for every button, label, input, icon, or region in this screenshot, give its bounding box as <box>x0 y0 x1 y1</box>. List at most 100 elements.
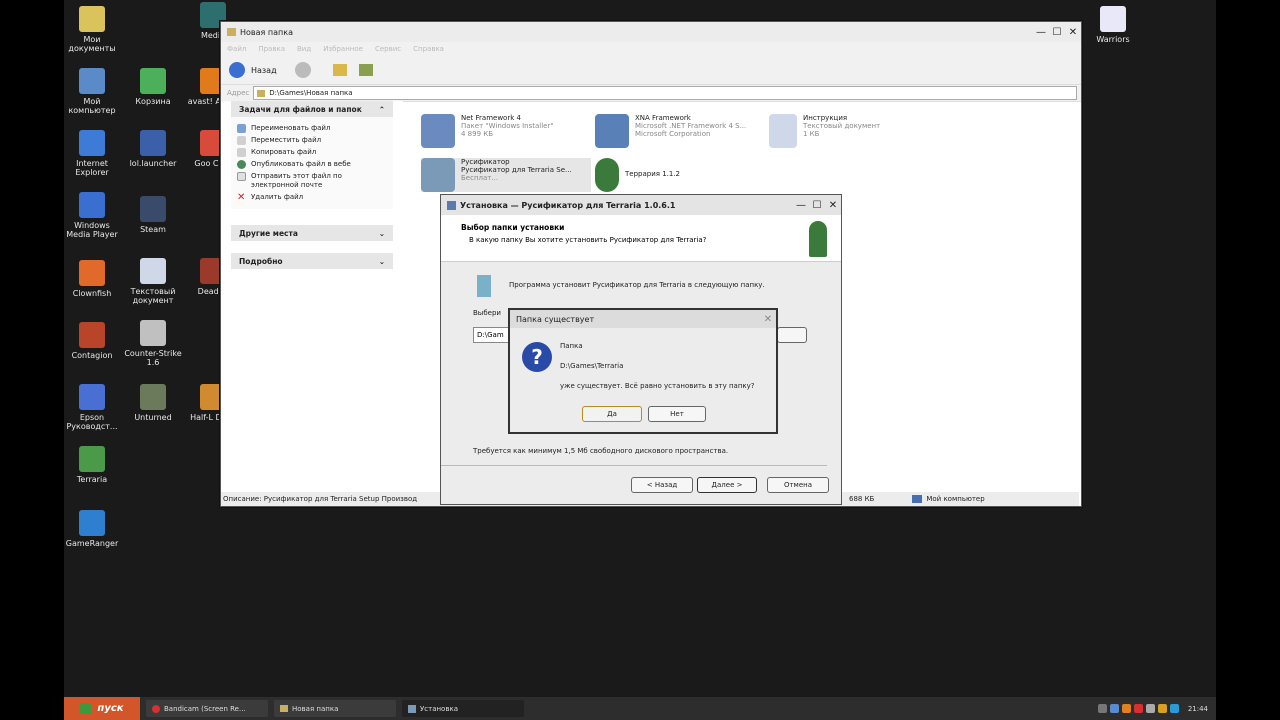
desktop-icon[interactable]: lol.launcher <box>122 130 184 168</box>
maximize-button[interactable]: ☐ <box>809 198 825 212</box>
tray-arrow-icon[interactable] <box>1097 704 1107 713</box>
expand-icon[interactable]: ⌄ <box>379 229 385 238</box>
start-label: пуск <box>97 703 124 714</box>
desktop-icon[interactable]: Contagion <box>61 322 123 360</box>
window-title: Новая папка <box>240 27 293 37</box>
menu-help[interactable]: Справка <box>413 45 444 53</box>
yes-button[interactable]: Да <box>582 406 642 422</box>
desktop-icon[interactable]: Internet Explorer <box>61 130 123 177</box>
task-rename[interactable]: Переименовать файл <box>237 124 387 133</box>
installer-titlebar[interactable]: Установка — Русификатор для Terraria 1.0… <box>441 195 841 215</box>
tree-icon <box>809 221 827 257</box>
desktop-icon-label: Counter-Strike 1.6 <box>124 349 182 367</box>
menu-tools[interactable]: Сервис <box>375 45 401 53</box>
file-item-readme[interactable]: Инструкция Текстовый документ 1 КБ <box>769 114 939 148</box>
file-type: Пакет "Windows Installer" <box>461 122 554 130</box>
taskbar-item-bandicam[interactable]: Bandicam (Screen Re... <box>146 700 268 717</box>
rename-icon <box>237 124 246 133</box>
address-input[interactable]: D:\Games\Новая папка <box>253 86 1077 100</box>
address-bar: Адрес D:\Games\Новая папка <box>221 85 1081 102</box>
explorer-titlebar[interactable]: Новая папка — ☐ ✕ <box>221 22 1081 42</box>
file-tasks-header[interactable]: Задачи для файлов и папок ⌃ <box>231 101 393 117</box>
desktop-icon-label: Корзина <box>135 97 171 106</box>
up-folder-icon[interactable] <box>332 64 347 76</box>
desktop-icon[interactable]: Steam <box>122 196 184 234</box>
menu-file[interactable]: Файл <box>227 45 246 53</box>
menu-edit[interactable]: Правка <box>258 45 285 53</box>
taskbar-item-installer[interactable]: Установка <box>402 700 524 717</box>
desktop-icon[interactable]: Корзина <box>122 68 184 106</box>
messagebox-titlebar[interactable]: Папка существует ✕ <box>510 310 776 328</box>
file-name: XNA Framework <box>635 114 691 122</box>
app-icon <box>140 320 166 346</box>
file-name: Русификатор <box>461 158 510 166</box>
no-button[interactable]: Нет <box>648 406 706 422</box>
desktop-icon[interactable]: Counter-Strike 1.6 <box>122 320 184 367</box>
other-places-header[interactable]: Другие места ⌄ <box>231 225 393 241</box>
desktop-icon[interactable]: Мои документы <box>61 6 123 53</box>
forward-icon[interactable] <box>294 62 311 78</box>
task-email[interactable]: Отправить этот файл по электронной почте <box>237 172 387 190</box>
cancel-button[interactable]: Отмена <box>767 477 829 493</box>
task-label: Удалить файл <box>251 193 304 201</box>
record-icon <box>152 704 160 713</box>
file-item-russifier[interactable]: Русификатор Русификатор для Terraria Se..… <box>421 158 591 192</box>
file-item-xna[interactable]: XNA Framework Microsoft .NET Framework 4 … <box>595 114 765 148</box>
desktop-icon[interactable]: Clownfish <box>61 260 123 298</box>
tray-network-icon[interactable] <box>1109 704 1119 713</box>
minimize-button[interactable]: — <box>793 198 809 212</box>
expand-icon[interactable]: ⌄ <box>379 257 385 266</box>
file-name: Террария 1.1.2 <box>625 170 680 178</box>
views-icon[interactable] <box>358 64 373 76</box>
close-button[interactable]: ✕ <box>1065 25 1081 39</box>
task-delete[interactable]: ✕ Удалить файл <box>237 193 387 203</box>
app-icon <box>79 130 105 156</box>
tray-app-icon[interactable] <box>1157 704 1167 713</box>
back-button[interactable]: < Назад <box>631 477 693 493</box>
installer-info: Программа установит Русификатор для Terr… <box>509 281 765 289</box>
tray-record-icon[interactable] <box>1133 704 1143 713</box>
minimize-button[interactable]: — <box>1033 25 1049 39</box>
taskbar-item-explorer[interactable]: Новая папка <box>274 700 396 717</box>
task-move[interactable]: Переместить файл <box>237 136 387 145</box>
desktop-icon[interactable]: Мой компьютер <box>61 68 123 115</box>
menu-view[interactable]: Вид <box>297 45 311 53</box>
back-label[interactable]: Назад <box>251 66 277 75</box>
file-company: Microsoft Corporation <box>635 130 711 138</box>
back-icon[interactable] <box>229 62 245 78</box>
taskbar-item-label: Bandicam (Screen Re... <box>164 704 246 713</box>
installer-heading: Выбор папки установки <box>461 223 565 232</box>
messagebox-question: уже существует. Всё равно установить в э… <box>560 382 755 390</box>
clock[interactable]: 21:44 <box>1188 705 1208 713</box>
address-label: Адрес <box>227 89 250 97</box>
close-button[interactable]: ✕ <box>825 198 841 212</box>
next-button[interactable]: Далее > <box>697 477 757 493</box>
installer-package-icon <box>421 114 455 148</box>
tray-antivirus-icon[interactable] <box>1121 704 1131 713</box>
desktop-icon[interactable]: Windows Media Player <box>61 192 123 239</box>
desktop-icon[interactable]: Unturned <box>122 384 184 422</box>
letterbox-right <box>1216 0 1280 720</box>
menu-favorites[interactable]: Избранное <box>323 45 363 53</box>
file-item-terraria[interactable]: Террария 1.1.2 <box>595 158 765 192</box>
app-icon <box>79 446 105 472</box>
desktop-icon[interactable]: Epson Руководст... <box>61 384 123 431</box>
maximize-button[interactable]: ☐ <box>1049 25 1065 39</box>
browse-button[interactable] <box>777 327 807 343</box>
task-publish[interactable]: Опубликовать файл в вебе <box>237 160 387 169</box>
task-copy[interactable]: Копировать файл <box>237 148 387 157</box>
file-item-netframework[interactable]: Net Framework 4 Пакет "Windows Installer"… <box>421 114 591 148</box>
details-header[interactable]: Подробно ⌄ <box>231 253 393 269</box>
collapse-icon[interactable]: ⌃ <box>379 105 385 114</box>
close-button[interactable]: ✕ <box>760 312 776 326</box>
desktop-icon[interactable]: Warriors <box>1082 6 1144 44</box>
installer-select-label: Выбери <box>473 309 501 317</box>
file-type: Русификатор для Terraria Se... <box>461 166 572 174</box>
desktop-icon[interactable]: GameRanger <box>61 510 123 548</box>
tray-skype-icon[interactable] <box>1169 704 1179 713</box>
start-button[interactable]: пуск <box>64 697 140 720</box>
tray-volume-icon[interactable] <box>1145 704 1155 713</box>
desktop-icon[interactable]: Текстовый документ <box>122 258 184 305</box>
move-icon <box>237 136 246 145</box>
desktop-icon[interactable]: Terraria <box>61 446 123 484</box>
